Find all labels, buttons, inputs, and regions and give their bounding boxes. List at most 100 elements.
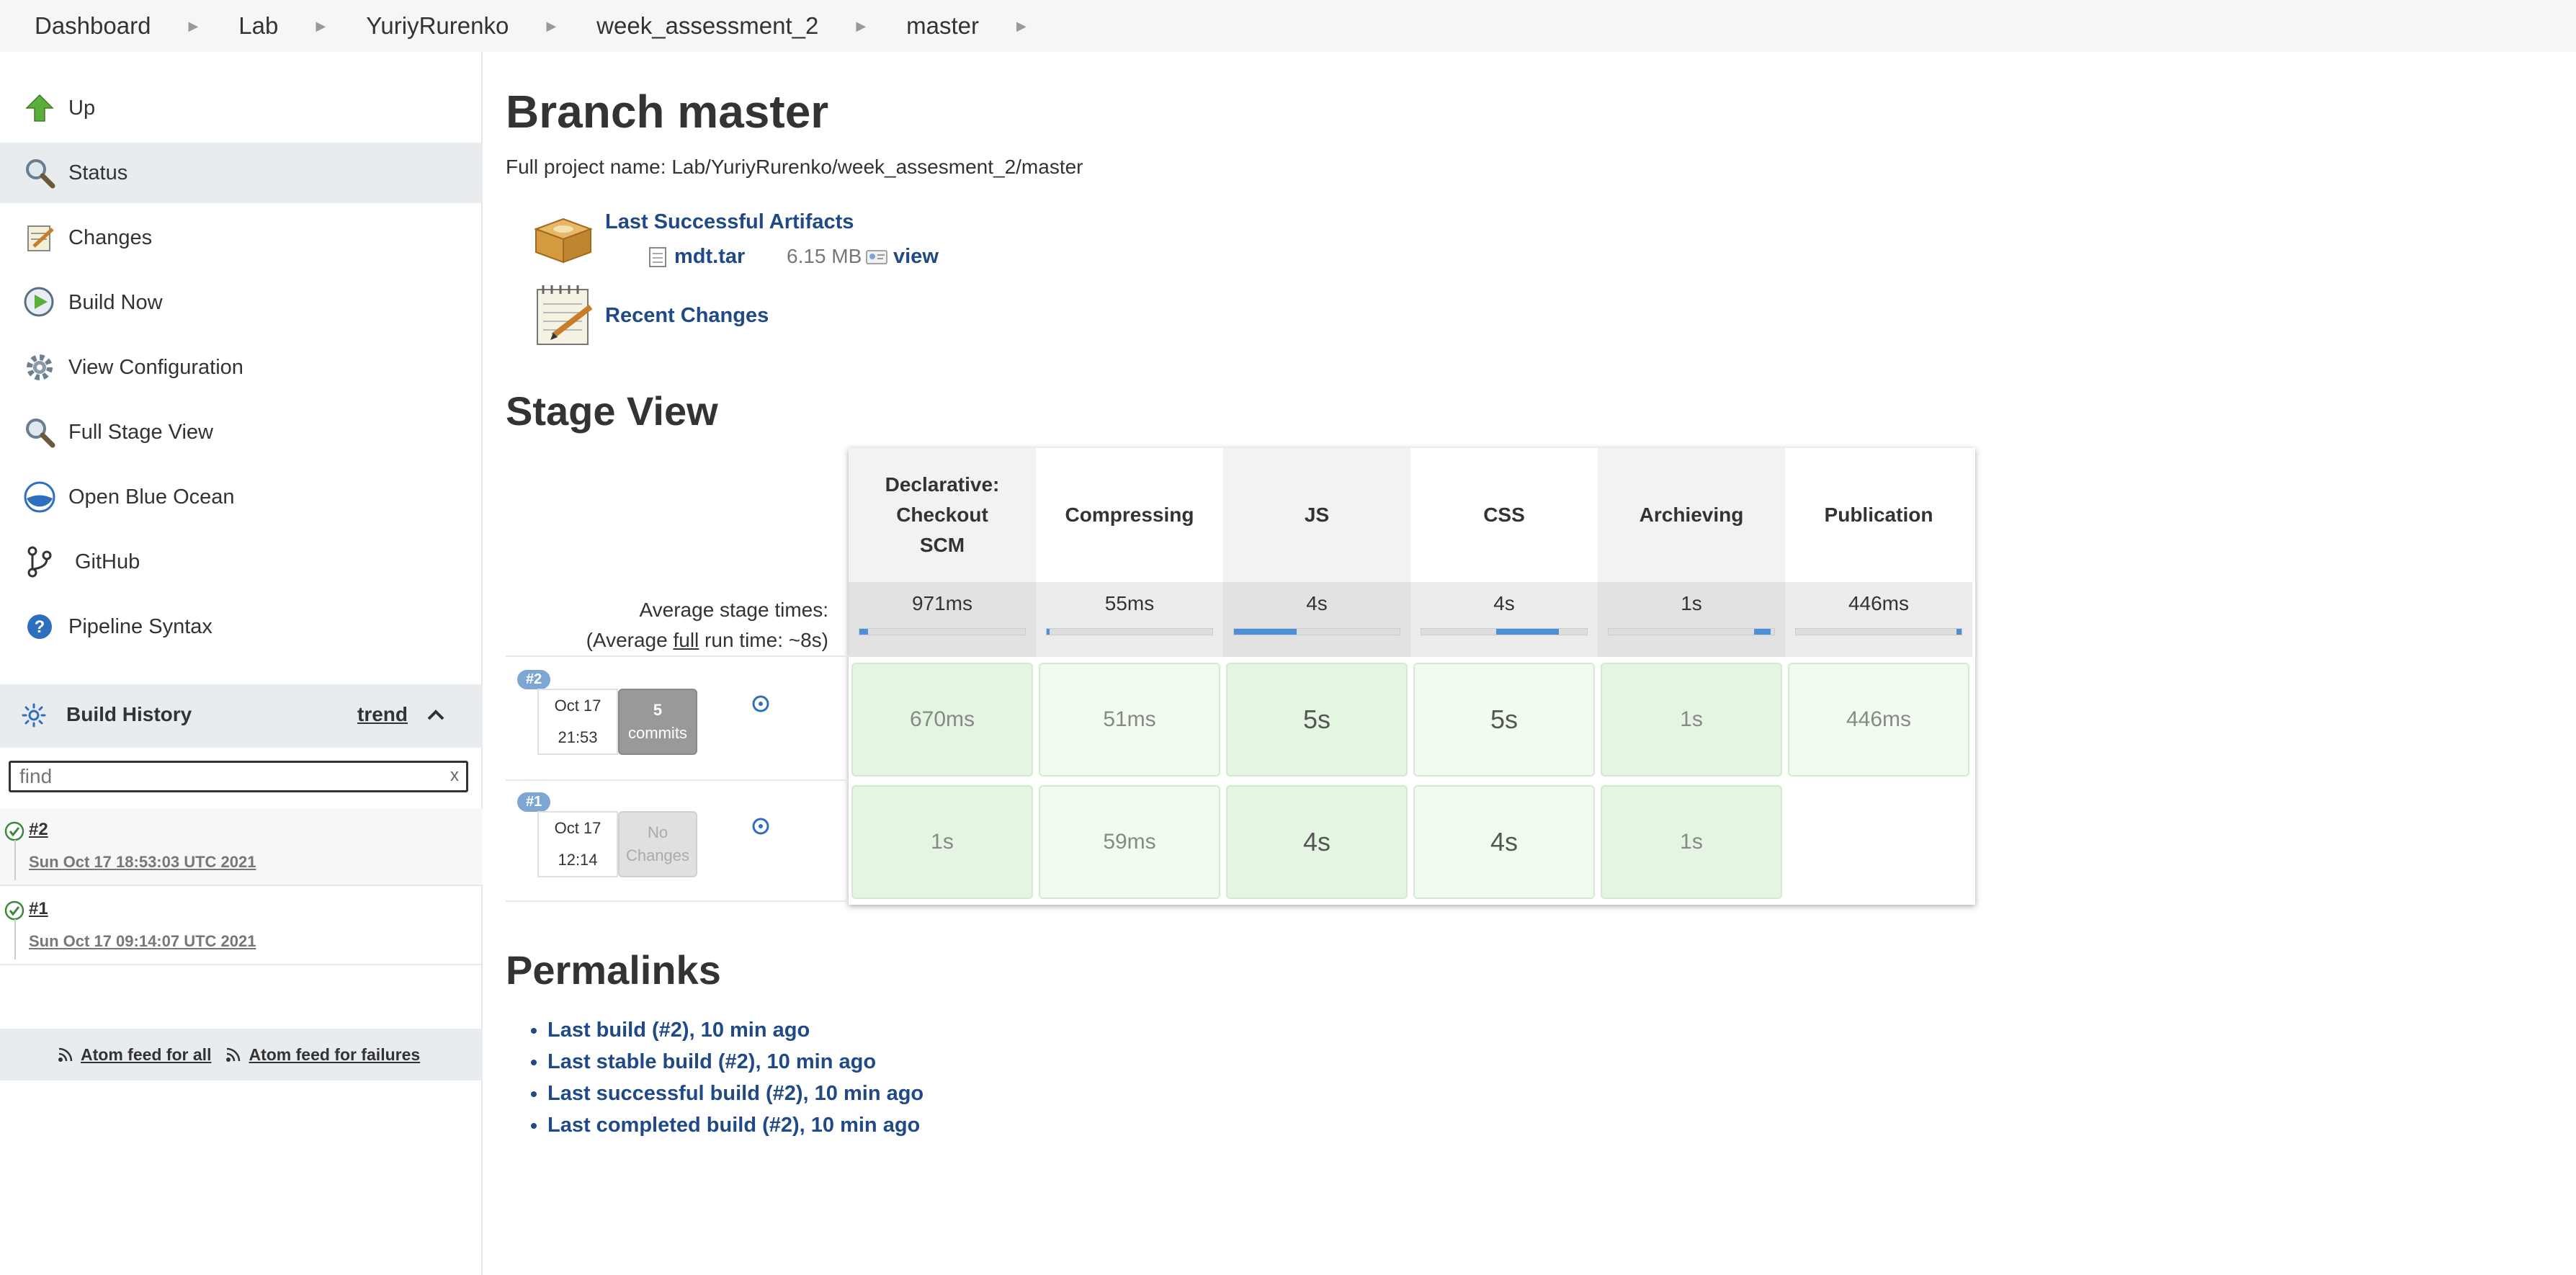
sidebar-item-up[interactable]: Up [0,78,483,138]
build-row[interactable]: #1 Sun Oct 17 09:14:07 UTC 2021 [0,887,483,965]
breadcrumb-label[interactable]: week_assessment_2 [596,12,818,40]
stage-cell[interactable]: 4s [1226,785,1408,899]
average-times-label: Average stage times: (Average full run t… [506,595,828,656]
no-changes-card: No Changes [618,811,697,877]
stage-duration: 446ms [1846,707,1912,731]
avg-time: 4s [1493,592,1515,614]
blue-ocean-icon [23,480,56,514]
breadcrumb-label[interactable]: master [906,12,979,40]
build-row[interactable]: #2 Sun Oct 17 18:53:03 UTC 2021 [0,808,483,886]
sidebar-item-label: GitHub [75,550,140,573]
full-run-link[interactable]: full [673,629,699,651]
breadcrumb-dashboard[interactable]: Dashboard ▶ [35,12,238,40]
clear-search-button[interactable]: x [450,766,459,786]
build-search: x [9,761,468,792]
build-badge[interactable]: #2 [517,670,551,689]
stage-cell[interactable]: 670ms [851,663,1033,777]
svg-text:?: ? [35,617,45,637]
sidebar-item-changes[interactable]: Changes [0,207,483,268]
avg-time-cell: 446ms [1785,582,1972,657]
sidebar-item-full-stage-view[interactable]: Full Stage View [0,402,483,462]
breadcrumb-label[interactable]: Lab [238,12,278,40]
stage-cell[interactable]: 1s [851,785,1033,899]
stage-cell[interactable]: 1s [1601,785,1782,899]
build-number-link[interactable]: #2 [29,820,48,840]
chevron-right-icon[interactable]: ▶ [856,19,866,34]
help-icon: ? [23,610,56,643]
avg-bar-fill [1754,629,1771,635]
sidebar-item-label: Full Stage View [68,420,213,444]
permalink-item: Last completed build (#2), 10 min ago [547,1109,923,1141]
run-row-2: #2 Oct 17 21:53 5 commits [506,656,849,778]
last-successful-artifacts-link[interactable]: Last Successful Artifacts [605,210,854,234]
breadcrumb-label[interactable]: YuriyRurenko [366,12,509,40]
stage-duration: 670ms [909,707,975,731]
run-date-card: Oct 17 12:14 [537,811,618,877]
sidebar-item-build-now[interactable]: Build Now [0,272,483,333]
avg-run-time: (Average full run time: ~8s) [506,625,828,656]
artifact-view-link[interactable]: view [893,245,939,269]
breadcrumb-branch[interactable]: master ▶ [906,12,1067,40]
build-search-input[interactable] [11,763,414,790]
build-history-title: Build History [66,703,192,725]
permalink-last-stable-build[interactable]: Last stable build (#2), 10 min ago [547,1050,876,1073]
commits-card[interactable]: 5 commits [618,689,697,755]
run-details-icon[interactable] [752,817,769,841]
permalink-last-build[interactable]: Last build (#2), 10 min ago [547,1019,810,1042]
build-date-link[interactable]: Sun Oct 17 18:53:03 UTC 2021 [29,853,256,872]
build-number-link[interactable]: #1 [29,899,48,919]
run-date: Oct 17 [554,819,601,837]
trend-link[interactable]: trend [357,703,408,726]
artifact-file-link[interactable]: mdt.tar [674,245,745,269]
breadcrumb-project[interactable]: week_assessment_2 ▶ [596,12,906,40]
build-date-link[interactable]: Sun Oct 17 09:14:07 UTC 2021 [29,932,256,951]
fingerprint-icon[interactable] [866,248,887,272]
stage-duration: 1s [931,830,954,854]
sun-icon [22,703,46,733]
stage-cell[interactable]: 5s [1226,663,1408,777]
stage-cell[interactable]: 1s [1601,663,1782,777]
breadcrumb-user[interactable]: YuriyRurenko ▶ [366,12,596,40]
feed-label[interactable]: Atom feed for failures [249,1045,420,1065]
notepad-icon [23,221,56,254]
stage-cell[interactable]: 51ms [1039,663,1220,777]
stage-duration: 59ms [1103,830,1156,854]
atom-feed-failures-link[interactable]: Atom feed for failures [225,1045,420,1065]
stage-duration: 4s [1490,827,1519,856]
stage-cell[interactable]: 446ms [1788,663,1969,777]
avg-time-cell: 4s [1410,582,1598,657]
permalink-last-completed-build[interactable]: Last completed build (#2), 10 min ago [547,1114,920,1137]
sidebar-item-view-configuration[interactable]: View Configuration [0,337,483,398]
breadcrumb-lab[interactable]: Lab ▶ [238,12,366,40]
chevron-right-icon[interactable]: ▶ [1016,19,1027,34]
stage-cell[interactable]: 59ms [1039,785,1220,899]
stage-cell[interactable]: 5s [1413,663,1595,777]
up-arrow-icon [23,91,56,125]
chevron-right-icon[interactable]: ▶ [546,19,556,34]
chevron-right-icon[interactable]: ▶ [188,19,198,34]
sidebar-item-open-blue-ocean[interactable]: Open Blue Ocean [0,467,483,527]
magnifier-icon [23,416,56,449]
chevron-right-icon[interactable]: ▶ [316,19,326,34]
run-details-icon[interactable] [752,694,769,718]
atom-feed-all-link[interactable]: Atom feed for all [58,1045,211,1065]
commits-count: 5 [653,701,663,719]
rss-icon [58,1047,73,1062]
stage-duration: 4s [1302,827,1331,856]
sidebar-item-status[interactable]: Status [0,143,483,203]
stage-cell[interactable]: 4s [1413,785,1595,899]
notepad-icon [532,282,595,353]
feed-label[interactable]: Atom feed for all [81,1045,211,1065]
sidebar-item-pipeline-syntax[interactable]: ? Pipeline Syntax [0,596,483,657]
sidebar-item-github[interactable]: GitHub [0,532,483,592]
permalink-item: Last build (#2), 10 min ago [547,1014,923,1046]
stage-duration: 1s [1680,707,1703,731]
breadcrumb-label[interactable]: Dashboard [35,12,151,40]
chevron-up-icon[interactable] [425,704,447,732]
build-badge[interactable]: #1 [517,792,551,812]
run-date-card: Oct 17 21:53 [537,689,618,755]
recent-changes-link[interactable]: Recent Changes [605,304,769,328]
sidebar-item-label: Pipeline Syntax [68,614,213,638]
permalink-last-successful-build[interactable]: Last successful build (#2), 10 min ago [547,1082,923,1105]
stage-header: Archieving [1598,448,1785,582]
